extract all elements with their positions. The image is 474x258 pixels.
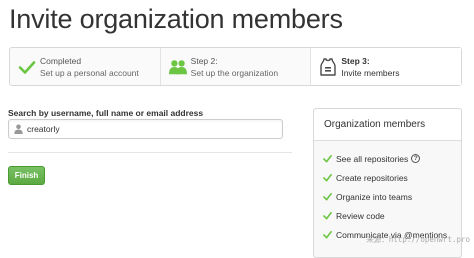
step-2: Step 2: Set up the organization xyxy=(161,48,312,85)
people-icon xyxy=(169,58,187,76)
permission-list: See all repositories ? Create repositori… xyxy=(314,141,461,244)
page-title: Invite organization members xyxy=(9,4,343,35)
permission-item: Organize into teams xyxy=(314,187,461,206)
finish-button[interactable]: Finish xyxy=(8,166,45,185)
watermark: 来源：http://openwrt.pro xyxy=(366,234,470,245)
permission-label: Create repositories xyxy=(336,173,408,183)
jersey-icon xyxy=(319,58,337,76)
step-title: Step 2: xyxy=(191,55,278,67)
member-search-input[interactable] xyxy=(27,124,267,134)
permission-item: Review code xyxy=(314,206,461,225)
check-icon xyxy=(323,173,332,182)
permission-item: See all repositories ? xyxy=(314,149,461,168)
permission-label: Review code xyxy=(336,211,385,221)
check-icon xyxy=(323,211,332,220)
step-title: Completed xyxy=(40,55,139,67)
progress-steps: Completed Set up a personal account Step… xyxy=(9,47,462,86)
panel-title: Organization members xyxy=(314,109,461,141)
permission-item: Create repositories xyxy=(314,168,461,187)
divider xyxy=(8,152,292,153)
check-icon xyxy=(323,154,332,163)
help-icon[interactable]: ? xyxy=(411,154,420,163)
step-3: Step 3: Invite members xyxy=(311,48,461,85)
search-label: Search by username, full name or email a… xyxy=(8,108,203,118)
member-search-field[interactable] xyxy=(8,119,283,139)
user-icon xyxy=(14,124,23,134)
check-icon xyxy=(323,192,332,201)
check-icon xyxy=(18,58,36,76)
check-icon xyxy=(323,230,332,239)
step-completed: Completed Set up a personal account xyxy=(10,48,161,85)
permission-label: See all repositories xyxy=(336,154,408,164)
step-description: Set up a personal account xyxy=(40,67,139,79)
step-description: Invite members xyxy=(341,67,399,79)
step-description: Set up the organization xyxy=(191,67,278,79)
permission-label: Organize into teams xyxy=(336,192,412,202)
step-title: Step 3: xyxy=(341,55,399,67)
